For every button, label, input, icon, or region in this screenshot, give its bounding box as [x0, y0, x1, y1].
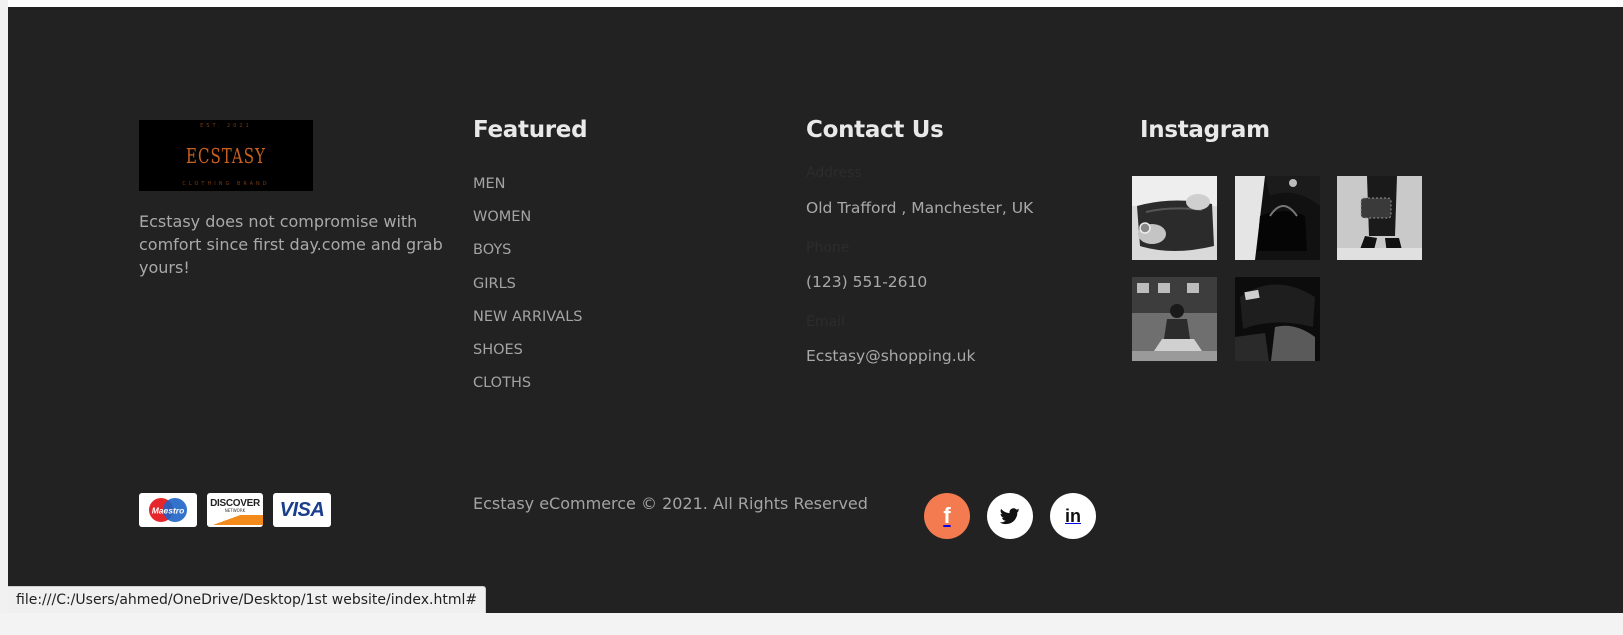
featured-link-girls[interactable]: GIRLS	[473, 275, 516, 293]
brand-description: Ecstasy does not compromise with comfort…	[139, 212, 443, 277]
featured-item: MEN	[473, 173, 583, 206]
logo-tagline-top: EST. 2021	[200, 123, 252, 129]
contact-heading: Contact Us	[806, 117, 944, 143]
twitter-button[interactable]	[987, 493, 1033, 539]
address-label: Address	[806, 165, 862, 181]
featured-item: GIRLS	[473, 273, 583, 306]
instagram-photo-handbag[interactable]	[1235, 176, 1320, 260]
featured-link-new-arrivals[interactable]: NEW ARRIVALS	[473, 308, 583, 326]
phone-label: Phone	[806, 240, 850, 256]
logo-wordmark: ECSTASY	[186, 143, 266, 168]
facebook-icon: f	[943, 503, 951, 528]
featured-link-shoes[interactable]: SHOES	[473, 341, 523, 359]
instagram-heading: Instagram	[1140, 117, 1270, 143]
browser-status-bar: file:///C:/Users/ahmed/OneDrive/Desktop/…	[8, 586, 487, 614]
brand-logo[interactable]: EST. 2021 ECSTASY CLOTHING BRAND	[139, 120, 313, 191]
logo-tagline-bottom: CLOTHING BRAND	[182, 181, 270, 187]
featured-links: MEN WOMEN BOYS GIRLS NEW ARRIVALS SHOES …	[473, 173, 583, 405]
maestro-card-badge: Maestro	[139, 493, 197, 527]
instagram-photo-clutch-heels[interactable]	[1337, 176, 1422, 260]
instagram-photo-cap[interactable]	[1235, 277, 1320, 361]
featured-item: BOYS	[473, 239, 583, 272]
address-value: Old Trafford , Manchester, UK	[806, 199, 1034, 217]
featured-item: NEW ARRIVALS	[473, 306, 583, 339]
twitter-bird-icon	[1000, 507, 1020, 524]
linkedin-button[interactable]: in	[1050, 493, 1096, 539]
discover-card-badge: DISCOVER NETWORK	[207, 493, 263, 527]
visa-logo-text: VISA	[279, 498, 325, 521]
site-footer: EST. 2021 ECSTASY CLOTHING BRAND Ecstasy…	[8, 7, 1623, 635]
phone-value[interactable]: (123) 551-2610	[806, 273, 927, 291]
visa-card-badge: VISA	[273, 493, 331, 527]
maestro-logo-icon: Maestro	[149, 498, 187, 522]
featured-item: SHOES	[473, 339, 583, 372]
instagram-photo-street-sitting[interactable]	[1132, 277, 1217, 361]
copyright-text: Ecstasy eCommerce © 2021. All Rights Res…	[473, 494, 868, 513]
featured-link-boys[interactable]: BOYS	[473, 241, 511, 259]
featured-item: WOMEN	[473, 206, 583, 239]
featured-link-men[interactable]: MEN	[473, 175, 506, 193]
facebook-button[interactable]: f	[924, 493, 970, 539]
window-left-edge	[0, 0, 8, 635]
featured-heading: Featured	[473, 117, 588, 143]
featured-item: CLOTHS	[473, 372, 583, 405]
svg-text:Maestro: Maestro	[152, 506, 185, 516]
window-bottom-edge	[0, 613, 1623, 635]
linkedin-icon: in	[1065, 505, 1081, 526]
instagram-photo-watch-bag[interactable]	[1132, 176, 1217, 260]
email-label: Email	[806, 314, 845, 330]
discover-stripe	[207, 514, 263, 525]
email-value[interactable]: Ecstasy@shopping.uk	[806, 347, 975, 365]
discover-sub-text: NETWORK	[224, 507, 246, 513]
featured-link-cloths[interactable]: CLOTHS	[473, 374, 531, 392]
featured-link-women[interactable]: WOMEN	[473, 208, 531, 226]
